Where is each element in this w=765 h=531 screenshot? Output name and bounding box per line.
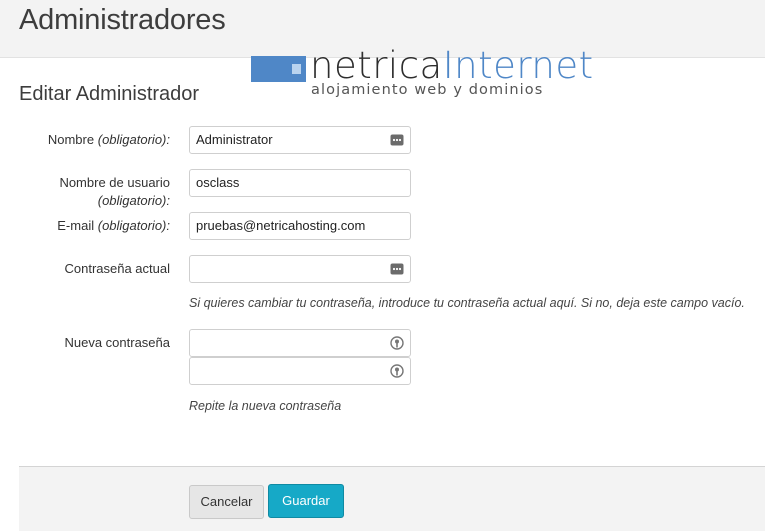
netrica-logo: netricaInternet alojamiento web y domini…: [250, 46, 593, 104]
email-input[interactable]: pruebas@netricahosting.com: [189, 212, 411, 240]
nombre-label: Nombre (obligatorio):: [47, 132, 170, 147]
cancel-button[interactable]: Cancelar: [189, 485, 264, 519]
password-nueva-help: Repite la nueva contraseña: [189, 399, 342, 413]
email-label: E-mail (obligatorio):: [57, 218, 170, 233]
section-title: Editar Administrador: [19, 83, 200, 105]
key-icon[interactable]: [390, 336, 404, 350]
password-nueva-label: Nueva contraseña: [64, 335, 170, 350]
password-nueva-input[interactable]: [189, 329, 411, 357]
password-actual-input[interactable]: [189, 255, 411, 283]
logo-name-part2: Internet: [442, 44, 594, 87]
logo-name: netricaInternet: [310, 46, 594, 86]
password-actual-help: Si quieres cambiar tu contraseña, introd…: [189, 296, 745, 310]
nombre-input[interactable]: Administrator: [189, 126, 411, 154]
usuario-input[interactable]: osclass: [189, 169, 411, 197]
password-repeat-input[interactable]: [189, 357, 411, 385]
logo-tagline: alojamiento web y dominios: [311, 82, 544, 98]
password-manager-icon[interactable]: [390, 133, 404, 147]
page-title: Administradores: [19, 4, 226, 36]
password-actual-label: Contraseña actual: [64, 261, 170, 276]
usuario-label: Nombre de usuario (obligatorio):: [59, 175, 170, 208]
key-icon[interactable]: [390, 364, 404, 378]
password-manager-icon[interactable]: [390, 262, 404, 276]
form-footer: [19, 467, 765, 531]
logo-mark-square: [292, 64, 301, 74]
logo-name-part1: netrica: [310, 44, 443, 87]
save-button[interactable]: Guardar: [268, 484, 344, 518]
